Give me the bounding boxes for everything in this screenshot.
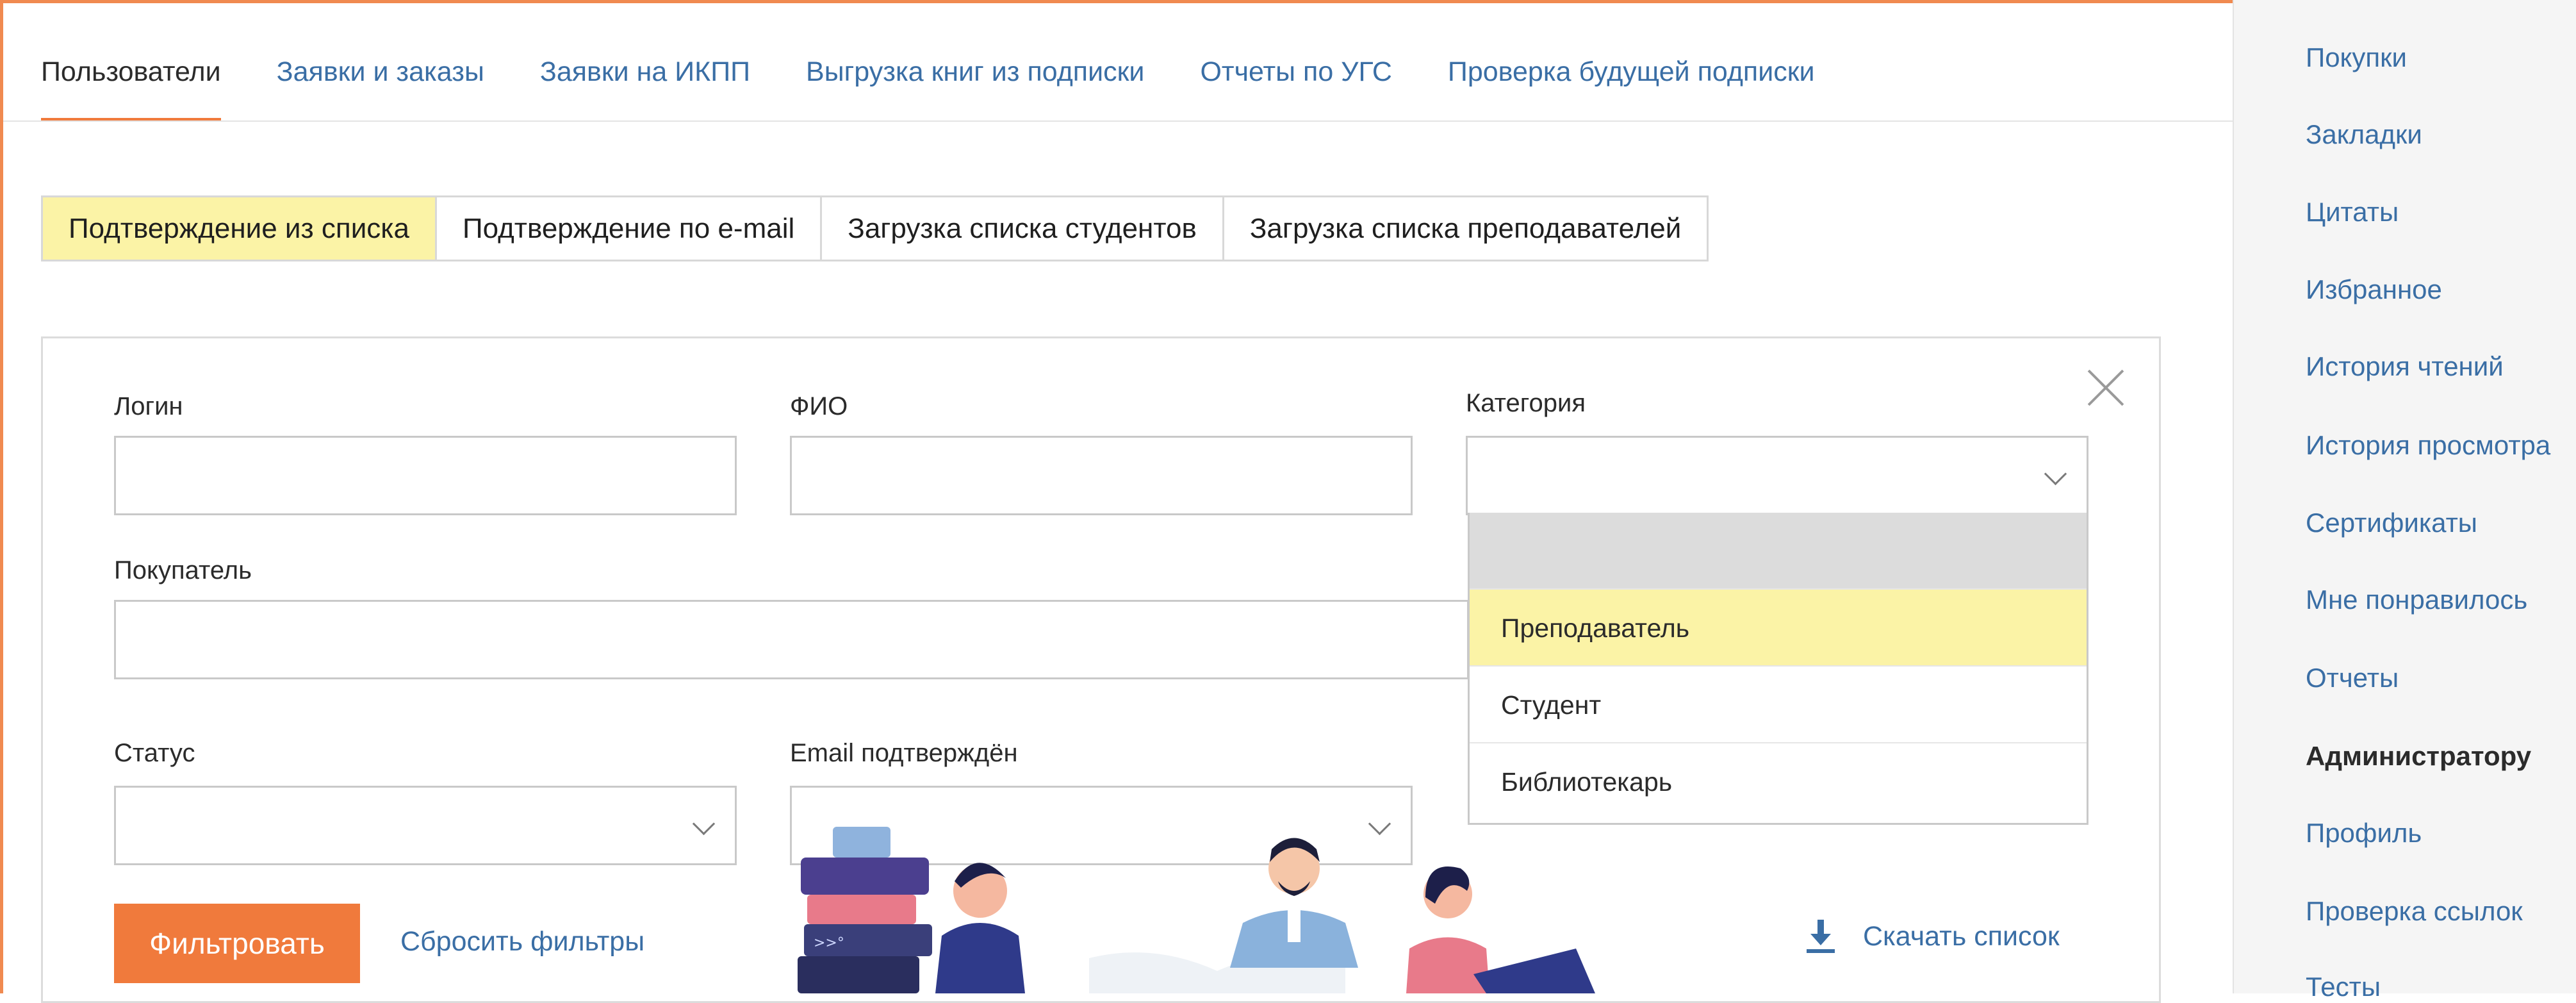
svg-text:>>°: >>°	[814, 935, 844, 951]
tab-ugs-reports[interactable]: Отчеты по УГС	[1200, 51, 1391, 122]
sidebar-item-link-check[interactable]: Проверка ссылок	[2306, 896, 2523, 927]
login-label: Логин	[114, 392, 183, 420]
top-nav: Пользователи Заявки и заказы Заявки на И…	[41, 51, 1815, 122]
category-option-teacher[interactable]: Преподаватель	[1470, 590, 2087, 667]
reading-people-illustration: >>°	[798, 827, 1595, 993]
sidebar-item-purchases[interactable]: Покупки	[2306, 42, 2407, 73]
subtab-confirm-from-list[interactable]: Подтверждение из списка	[41, 195, 437, 261]
subtab-upload-students[interactable]: Загрузка списка студентов	[820, 195, 1224, 261]
top-nav-divider	[3, 120, 2233, 122]
tab-future-subscription[interactable]: Проверка будущей подписки	[1448, 51, 1815, 122]
sub-tabs: Подтверждение из списка Подтверждение по…	[41, 195, 1709, 261]
sidebar-item-reports[interactable]: Отчеты	[2306, 663, 2399, 693]
sidebar-item-favorites[interactable]: Избранное	[2306, 274, 2442, 305]
sidebar-item-profile[interactable]: Профиль	[2306, 818, 2422, 849]
sidebar-item-tests[interactable]: Тесты	[2306, 972, 2381, 1002]
chevron-down-icon	[2044, 462, 2067, 486]
buyer-input[interactable]	[114, 600, 1469, 679]
sidebar-item-quotes[interactable]: Цитаты	[2306, 197, 2399, 228]
email-confirmed-label: Email подтверждён	[790, 739, 1018, 767]
category-dropdown: Преподаватель Студент Библиотекарь	[1468, 513, 2088, 825]
download-icon	[1807, 920, 1835, 953]
buyer-label: Покупатель	[114, 556, 252, 584]
sidebar-item-admin[interactable]: Администратору	[2306, 741, 2531, 772]
download-list-link[interactable]: Скачать список	[1807, 920, 2060, 953]
fio-input[interactable]	[790, 436, 1413, 515]
sidebar-item-view-history[interactable]: История просмотра	[2306, 430, 2550, 461]
status-select[interactable]	[114, 786, 737, 865]
sidebar-item-reading-history[interactable]: История чтений	[2306, 351, 2504, 382]
category-option-librarian[interactable]: Библиотекарь	[1470, 743, 2087, 820]
category-option-student[interactable]: Студент	[1470, 667, 2087, 743]
sidebar: Покупки Закладки Цитаты Избранное Истори…	[2233, 0, 2576, 1002]
tab-users[interactable]: Пользователи	[41, 51, 221, 122]
category-select[interactable]	[1466, 436, 2088, 515]
sidebar-item-certificates[interactable]: Сертификаты	[2306, 508, 2477, 538]
category-label: Категория	[1466, 389, 1586, 417]
login-input[interactable]	[114, 436, 737, 515]
fio-label: ФИО	[790, 392, 848, 420]
tab-ikpp-requests[interactable]: Заявки на ИКПП	[540, 51, 750, 122]
category-option-empty[interactable]	[1470, 513, 2087, 590]
close-icon[interactable]	[2085, 367, 2126, 408]
subtab-upload-teachers[interactable]: Загрузка списка преподавателей	[1222, 195, 1709, 261]
sidebar-item-liked[interactable]: Мне понравилось	[2306, 584, 2527, 615]
tab-requests-orders[interactable]: Заявки и заказы	[277, 51, 484, 122]
tab-books-export[interactable]: Выгрузка книг из подписки	[806, 51, 1144, 122]
download-list-label: Скачать список	[1863, 920, 2060, 952]
status-label: Статус	[114, 739, 195, 767]
filter-button[interactable]: Фильтровать	[114, 904, 360, 983]
chevron-down-icon	[692, 812, 716, 836]
sidebar-item-bookmarks[interactable]: Закладки	[2306, 119, 2422, 150]
subtab-confirm-by-email[interactable]: Подтверждение по e-mail	[435, 195, 823, 261]
reset-filters-link[interactable]: Сбросить фильтры	[400, 926, 644, 957]
